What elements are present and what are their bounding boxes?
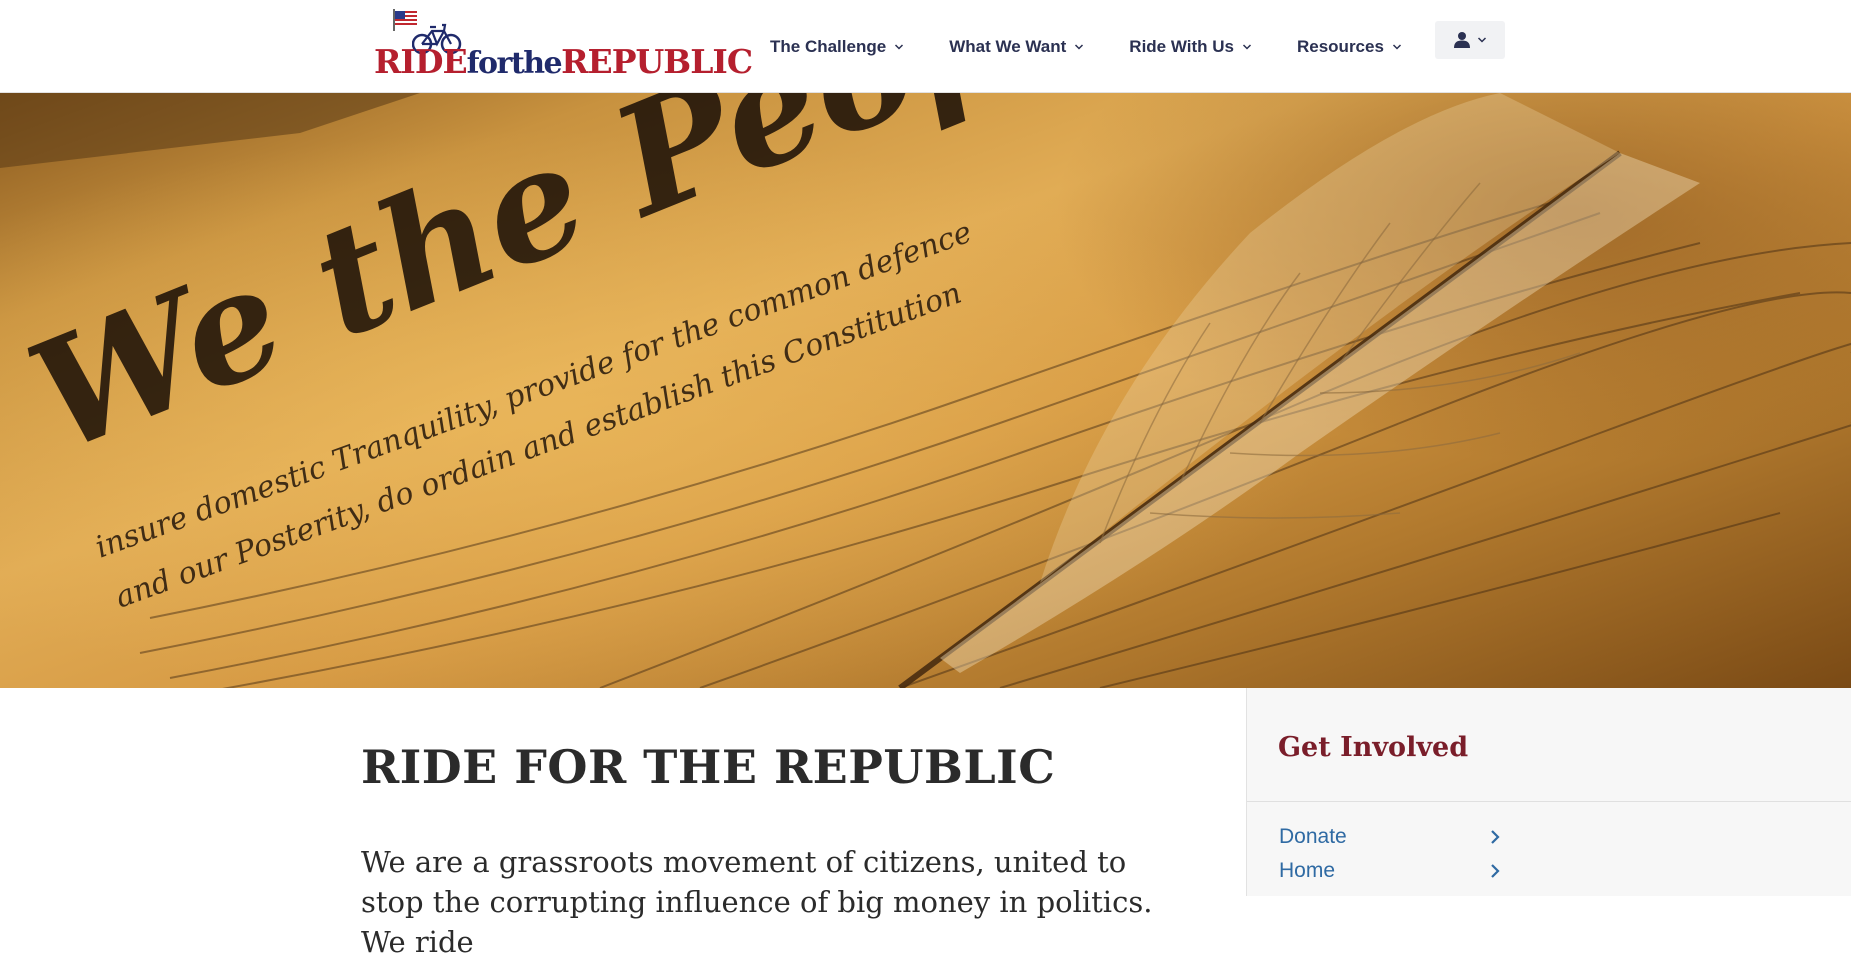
nav-the-challenge[interactable]: The Challenge — [758, 27, 916, 67]
main-content: RIDE FOR THE REPUBLIC We are a grassroot… — [0, 688, 1851, 959]
chevron-down-icon — [1477, 37, 1487, 43]
chevron-down-icon — [895, 43, 904, 50]
logo-republic: REPUBLIC — [561, 42, 753, 81]
nav-resources[interactable]: Resources — [1285, 27, 1414, 67]
site-logo[interactable]: RIDEfortheREPUBLIC — [374, 7, 753, 83]
chevron-down-icon — [1242, 43, 1252, 50]
sidebar-link-donate[interactable]: Donate — [1279, 821, 1501, 853]
chevron-right-icon — [1491, 830, 1500, 844]
logo-ride: RIDE — [374, 42, 468, 81]
nav-label: Ride With Us — [1129, 36, 1234, 56]
site-header: RIDEfortheREPUBLIC The Challenge What We… — [0, 0, 1851, 93]
chevron-down-icon — [1075, 43, 1084, 50]
logo-forthe: forthe — [466, 46, 563, 81]
sidebar-link-home[interactable]: Home — [1279, 855, 1501, 887]
page-title: RIDE FOR THE REPUBLIC — [361, 740, 1056, 794]
nav-label: Resources — [1296, 36, 1384, 56]
nav-label: The Challenge — [770, 36, 887, 56]
hero-image: We the People insure domestic Tranquilit… — [0, 93, 1851, 688]
sidebar-title: Get Involved — [1278, 732, 1469, 763]
sidebar-divider — [1247, 801, 1851, 802]
user-icon — [1454, 32, 1470, 48]
sidebar-link-label: Home — [1279, 859, 1336, 882]
quill-feather — [898, 93, 1700, 688]
nav-label: What We Want — [949, 36, 1067, 56]
sidebar-get-involved: Get Involved Donate Home — [1246, 688, 1851, 896]
logo-wordmark: RIDEfortheREPUBLIC — [374, 42, 753, 81]
user-menu-button[interactable] — [1435, 21, 1505, 59]
chevron-right-icon — [1491, 864, 1500, 878]
nav-ride-with-us[interactable]: Ride With Us — [1117, 27, 1264, 67]
main-nav: The Challenge What We Want Ride With Us … — [758, 0, 1435, 93]
sidebar-link-label: Donate — [1279, 825, 1347, 848]
hero-banner: We the People insure domestic Tranquilit… — [0, 93, 1851, 688]
chevron-down-icon — [1392, 43, 1401, 50]
nav-what-we-want[interactable]: What We Want — [937, 27, 1096, 67]
intro-paragraph: We are a grassroots movement of citizens… — [361, 845, 1153, 959]
